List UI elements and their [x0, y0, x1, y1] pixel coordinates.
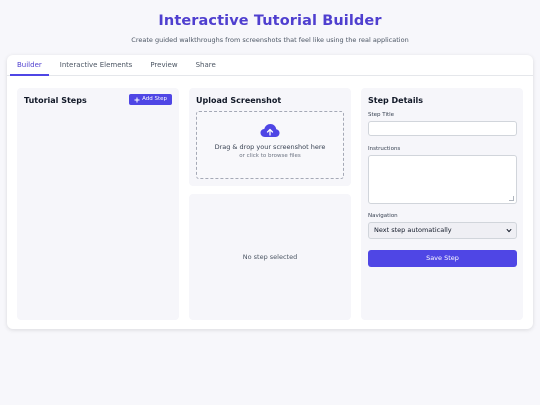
builder-card: Builder Interactive Elements Preview Sha… — [7, 55, 533, 329]
add-step-label: Add Step — [142, 96, 167, 102]
navigation-select[interactable]: Next step automatically — [368, 222, 517, 239]
add-step-button[interactable]: Add Step — [129, 94, 172, 105]
navigation-selected-value: Next step automatically — [374, 226, 452, 234]
upload-screenshot-panel: Upload Screenshot Drag & drop your scree… — [189, 88, 351, 186]
tutorial-steps-title: Tutorial Steps — [24, 96, 87, 105]
tab-bar: Builder Interactive Elements Preview Sha… — [7, 55, 533, 76]
save-step-button[interactable]: Save Step — [368, 250, 517, 267]
tab-builder[interactable]: Builder — [10, 55, 49, 76]
step-title-input[interactable] — [368, 121, 517, 136]
no-step-selected-text: No step selected — [242, 253, 298, 261]
step-preview-panel: No step selected — [189, 194, 351, 320]
step-title-label: Step Title — [368, 112, 395, 118]
dropzone-text: Drag & drop your screenshot here — [214, 143, 326, 151]
resize-grip-icon[interactable] — [509, 196, 514, 201]
navigation-label: Navigation — [368, 213, 398, 219]
step-details-panel: Step Details Step Title Instructions Nav… — [361, 88, 523, 320]
cloud-upload-icon — [260, 124, 280, 137]
tutorial-steps-panel: Tutorial Steps Add Step — [17, 88, 179, 320]
page-header: Interactive Tutorial Builder Create guid… — [0, 0, 540, 44]
step-details-title: Step Details — [368, 96, 424, 105]
page-title: Interactive Tutorial Builder — [158, 13, 382, 29]
dropzone-subtext: or click to browse files — [239, 153, 301, 159]
screenshot-dropzone[interactable]: Drag & drop your screenshot here or clic… — [196, 111, 344, 179]
tab-preview[interactable]: Preview — [143, 55, 184, 75]
tab-share[interactable]: Share — [189, 55, 223, 75]
page-subtitle: Create guided walkthroughs from screensh… — [131, 36, 409, 44]
plus-icon — [134, 97, 140, 102]
tab-interactive-elements[interactable]: Interactive Elements — [53, 55, 140, 75]
instructions-textarea[interactable] — [368, 155, 517, 204]
chevron-down-icon — [506, 228, 512, 233]
instructions-label: Instructions — [368, 146, 401, 152]
upload-screenshot-title: Upload Screenshot — [196, 96, 282, 105]
